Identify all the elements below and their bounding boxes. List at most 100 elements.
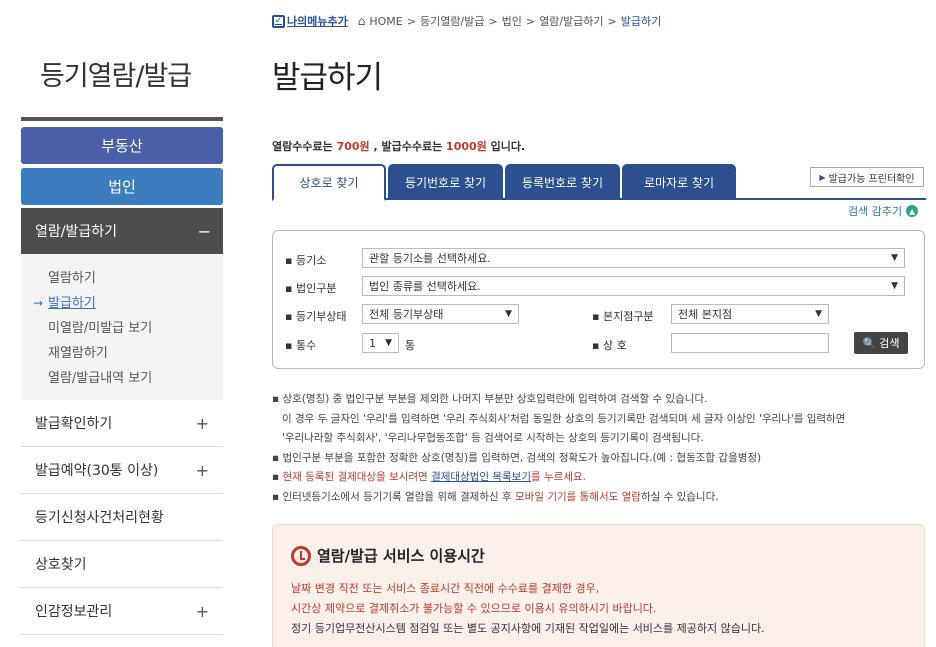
sidebar-item-label: 발급예약(30통 이상) (35, 463, 159, 479)
corporation-button[interactable]: 법인 (21, 168, 223, 205)
home-icon: ⌂ (357, 14, 366, 28)
sidebar-item-seal[interactable]: 인감정보관리 + (21, 588, 223, 635)
fee-text: 열람수수료는 (272, 140, 337, 153)
printer-check-button[interactable]: ▶ 발급가능 프린터확인 (810, 167, 924, 187)
search-icon: 🔍 (862, 336, 877, 350)
note-line: '우리나라할 주식회사', '우리나무협동조합' 등 검색어로 시작하는 상호의… (282, 432, 704, 444)
fee-notice: 열람수수료는 700원 , 발급수수료는 1000원 입니다. (272, 138, 525, 154)
fee-text: , 발급수수료는 (369, 140, 447, 153)
breadcrumb-item[interactable]: 열람/발급하기 (539, 13, 603, 29)
chevron-down-icon: ▼ (505, 309, 512, 319)
registry-label: ▪ 등기소 (285, 254, 327, 267)
breadcrumb-sep: > (607, 14, 617, 28)
submenu-review[interactable]: 재열람하기 (21, 341, 223, 366)
status-label: ▪ 등기부상태 (285, 310, 347, 323)
plus-icon: + (195, 413, 209, 433)
submenu-issue-label: 발급하기 (48, 296, 96, 311)
notes: ▪ 상호(명칭) 중 법인구분 부분을 제외한 나머지 부분만 상호입력란에 입… (272, 390, 932, 507)
chevron-down-icon: ▼ (891, 281, 898, 291)
sidebar-item-verify[interactable]: 발급확인하기 + (21, 400, 223, 447)
view-fee: 700원 (336, 140, 370, 153)
sidebar-item-label: 인감정보관리 (35, 604, 113, 620)
breadcrumb-current: 발급하기 (620, 15, 662, 28)
add-my-menu-label: 나의메뉴추가 (287, 15, 348, 28)
branch-label: ▪ 본지점구분 (592, 310, 654, 323)
tab-by-romanization[interactable]: 로마자로 찾기 (622, 164, 736, 200)
clock-icon (291, 545, 311, 566)
service-line: 시간상 제약으로 결제취소가 불가능할 수 있으므로 이용시 유의하시기 바랍니… (291, 602, 657, 615)
company-name-input[interactable] (671, 333, 829, 353)
sidebar-item-reserve[interactable]: 발급예약(30통 이상) + (21, 447, 223, 494)
real-estate-button[interactable]: 부동산 (21, 127, 223, 164)
issue-fee: 1000원 (446, 140, 487, 153)
submenu-issue[interactable]: → 발급하기 (21, 291, 223, 316)
tab-by-reg-number[interactable]: 등기번호로 찾기 (388, 164, 503, 200)
sidebar-item-label: 열람/발급하기 (35, 224, 117, 240)
note-text: 를 누르세요. (531, 471, 586, 483)
search-button-label: 검색 (879, 337, 900, 350)
copies-select[interactable]: 1 ▼ (362, 333, 399, 353)
note-text: 모바일 기기를 통해서도 열람 (515, 490, 641, 503)
branch-value: 전체 본지점 (678, 308, 733, 321)
note-text: ▪ 인터넷등기소에서 등기기록 열람을 위해 결제하신 후 (272, 490, 515, 503)
status-select[interactable]: 전체 등기부상태 ▼ (362, 304, 519, 324)
sidebar-title: 등기열람/발급 (40, 61, 192, 92)
status-value: 전체 등기부상태 (369, 308, 444, 321)
sidebar-item-name-search[interactable]: 상호찾기 (21, 541, 223, 588)
tab-by-registration-number[interactable]: 등록번호로 찾기 (505, 164, 620, 200)
note-line: 이 경우 두 글자인 '우리'를 입력하면 '우리 주식회사'처럼 동일한 상호… (282, 412, 846, 425)
breadcrumb: ✓ 나의메뉴추가 ⌂ HOME > 등기열람/발급 > 법인 > 열람/발급하기 … (272, 13, 661, 29)
arrow-right-icon: → (33, 296, 44, 310)
page-title: 발급하기 (272, 60, 383, 96)
tab-by-name[interactable]: 상호로 찾기 (272, 164, 386, 201)
corp-type-select[interactable]: 법인 종류를 선택하세요. ▼ (362, 276, 905, 296)
service-hours-title-text: 열람/발급 서비스 이용시간 (317, 547, 485, 565)
chevron-down-icon: ▼ (815, 309, 822, 319)
service-hours-title: 열람/발급 서비스 이용시간 (291, 545, 485, 566)
sidebar-divider (21, 117, 223, 121)
note-line: ▪ 인터넷등기소에서 등기기록 열람을 위해 결제하신 후 모바일 기기를 통해… (272, 488, 932, 508)
plus-icon: + (195, 460, 209, 480)
sidebar-item-status[interactable]: 등기신청사건처리현황 (21, 494, 223, 541)
note-text: 현재 등록된 결제대상을 보시려면 (282, 471, 432, 483)
registry-select[interactable]: 관할 등기소를 선택하세요. ▼ (362, 248, 905, 268)
copies-label: ▪ 통수 (285, 339, 317, 352)
note-line: ▪ 현재 등록된 결제대상을 보시려면 결제대상법인 목록보기를 누르세요. (272, 468, 932, 488)
breadcrumb-item[interactable]: 법인 (502, 13, 522, 29)
sidebar-item-view-issue[interactable]: 열람/발급하기 − (21, 208, 223, 254)
plus-icon: + (195, 601, 209, 621)
breadcrumb-home[interactable]: HOME (369, 15, 402, 28)
chevron-down-icon: ▼ (385, 338, 392, 348)
breadcrumb-item[interactable]: 등기열람/발급 (420, 13, 484, 29)
breadcrumb-sep: > (488, 14, 498, 28)
submenu-unviewed[interactable]: 미열람/미발급 보기 (21, 316, 223, 341)
hide-search-toggle[interactable]: 검색 감추기 ▲ (848, 203, 919, 219)
note-line: ▪ 법인구분 부분을 포함한 정확한 상호(명칭)를 입력하면, 검색의 정확도… (272, 451, 762, 464)
breadcrumb-sep: > (525, 14, 536, 28)
submenu-history[interactable]: 열람/발급내역 보기 (21, 366, 223, 391)
sidebar-item-label: 발급확인하기 (35, 416, 113, 432)
chevron-down-icon: ▼ (891, 253, 898, 263)
add-my-menu-link[interactable]: ✓ 나의메뉴추가 (272, 13, 348, 29)
service-line: 정기 등기업무전산시스템 점검일 또는 별도 공지사항에 기재된 작업일에는 서… (291, 622, 765, 635)
triangle-right-icon: ▶ (819, 172, 826, 182)
branch-select[interactable]: 전체 본지점 ▼ (671, 304, 829, 324)
chevron-up-icon: ▲ (906, 205, 919, 217)
breadcrumb-sep: > (406, 14, 416, 28)
name-label: ▪ 상 호 (592, 339, 627, 352)
check-icon: ✓ (272, 14, 285, 28)
search-button[interactable]: 🔍 검색 (854, 332, 908, 354)
payment-target-list-link[interactable]: 결제대상법인 목록보기 (431, 471, 531, 483)
note-line: ▪ 상호(명칭) 중 법인구분 부분을 제외한 나머지 부분만 상호입력란에 입… (272, 393, 708, 405)
note-text: 하실 수 있습니다. (640, 490, 719, 503)
registry-value: 관할 등기소를 선택하세요. (369, 252, 491, 265)
corp-type-label: ▪ 법인구분 (285, 282, 337, 295)
submenu-view[interactable]: 열람하기 (21, 266, 223, 291)
minus-icon: − (197, 221, 211, 241)
sidebar-item-label: 상호찾기 (35, 557, 87, 573)
sidebar-item-label: 등기신청사건처리현황 (35, 510, 164, 526)
copies-unit: 통 (405, 339, 416, 352)
printer-check-label: 발급가능 프린터확인 (828, 173, 915, 185)
submenu: 열람하기 → 발급하기 미열람/미발급 보기 재열람하기 열람/발급내역 보기 (21, 254, 223, 400)
corp-type-value: 법인 종류를 선택하세요. (369, 280, 481, 293)
